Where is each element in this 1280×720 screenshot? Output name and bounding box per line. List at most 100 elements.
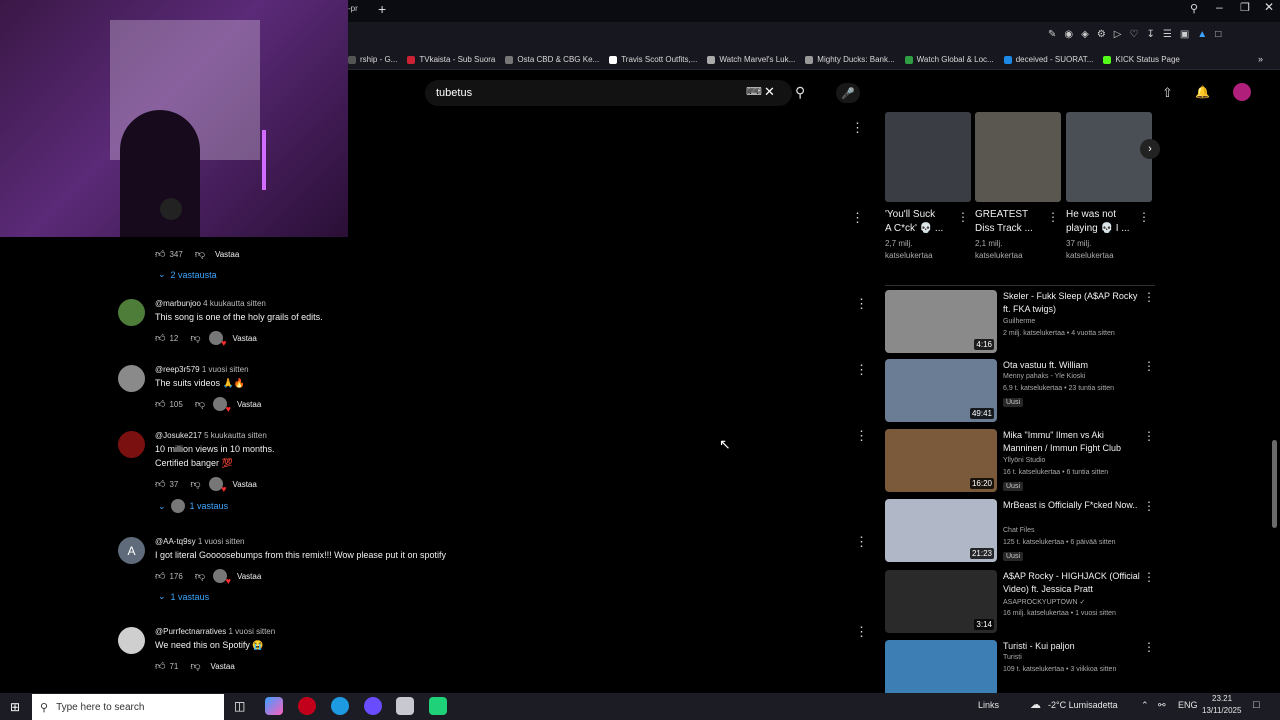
download-icon[interactable]: ↧ <box>1146 29 1154 40</box>
camera-icon[interactable]: ◉ <box>1064 29 1073 40</box>
comment-avatar[interactable] <box>118 299 145 326</box>
maximize-icon[interactable]: ❐ <box>1240 1 1250 14</box>
dislike-icon[interactable]: 👎︎ <box>190 332 200 344</box>
comment-time[interactable]: 1 vuosi sitten <box>198 537 245 546</box>
video-channel[interactable]: Chat Files <box>1003 527 1035 534</box>
like-icon[interactable]: 👍︎ <box>155 248 165 260</box>
app-icon[interactable] <box>265 697 283 715</box>
like-icon[interactable]: 👍︎ <box>155 398 165 410</box>
bookmark-item[interactable]: Mighty Ducks: Bank... <box>805 55 895 64</box>
comment-menu-icon[interactable]: ⋮ <box>855 534 868 550</box>
comment-menu-icon[interactable]: ⋮ <box>851 210 864 226</box>
shield-icon[interactable]: ◈ <box>1081 29 1089 40</box>
video-thumbnail[interactable]: 16:20 <box>885 429 997 492</box>
dislike-icon[interactable]: 👎︎ <box>190 660 200 672</box>
comment-avatar[interactable] <box>118 431 145 458</box>
bookmarks-overflow-icon[interactable]: » <box>1258 54 1263 64</box>
dislike-icon[interactable]: 👎︎ <box>195 248 205 260</box>
video-title[interactable]: Mika "Immu" Ilmen vs Aki Manninen / Immu… <box>1003 429 1143 455</box>
comment-author[interactable]: @reep3r579 <box>155 365 200 374</box>
shelf-menu-icon[interactable]: ⋮ <box>1047 210 1059 224</box>
vpn-icon[interactable]: ▲ <box>1197 29 1207 40</box>
like-icon[interactable]: 👍︎ <box>155 660 165 672</box>
shelf-title[interactable]: Diss Track ... <box>975 222 1061 236</box>
video-thumbnail[interactable] <box>885 640 997 693</box>
view-replies-button[interactable]: ⌄ 1 vastaus <box>158 499 228 513</box>
tray-chevron-icon[interactable]: ⌃ <box>1141 700 1149 711</box>
reply-button[interactable]: Vastaa <box>233 334 257 343</box>
language-indicator[interactable]: ENG <box>1178 700 1198 710</box>
taskbar-search[interactable]: ⚲ Type here to search <box>32 694 224 720</box>
video-item[interactable]: 21:23 MrBeast is Officially F*cked Now.. C… <box>885 499 1155 563</box>
app-icon[interactable] <box>429 697 447 715</box>
links-toolbar[interactable]: Links <box>978 700 999 710</box>
comment-author[interactable]: @marbunjoo <box>155 299 201 308</box>
video-title[interactable]: Skeler - Fukk Sleep (A$AP Rocky ft. FKA … <box>1003 290 1143 316</box>
play-icon[interactable]: ▷ <box>1114 29 1122 40</box>
bookmark-item[interactable]: Watch Marvel's Luk... <box>707 55 795 64</box>
comment-author[interactable]: @Josuke217 <box>155 431 202 440</box>
reply-button[interactable]: Vastaa <box>233 480 257 489</box>
video-menu-icon[interactable]: ⋮ <box>1143 359 1155 373</box>
shelf-card[interactable]: 'You'll Suck A C*ck' 💀 ... 2,7 milj. katsel… <box>885 112 971 262</box>
comment-menu-icon[interactable]: ⋮ <box>855 428 868 444</box>
shelf-menu-icon[interactable]: ⋮ <box>957 210 969 224</box>
comment-time[interactable]: 5 kuukautta sitten <box>204 431 267 440</box>
comment-menu-icon[interactable]: ⋮ <box>851 120 864 136</box>
dislike-icon[interactable]: 👎︎ <box>195 398 205 410</box>
video-title[interactable]: Turisti - Kui paljon <box>1003 640 1143 653</box>
like-icon[interactable]: 👍︎ <box>155 332 165 344</box>
opera-icon[interactable] <box>298 697 316 715</box>
shelf-thumbnail[interactable] <box>1066 112 1152 202</box>
shelf-next-icon[interactable]: › <box>1140 139 1160 159</box>
reply-button[interactable]: Vastaa <box>237 572 261 581</box>
video-title[interactable]: MrBeast is Officially F*cked Now.. <box>1003 499 1143 512</box>
video-channel[interactable]: Menny pahaks - Yle Kioski <box>1003 373 1085 380</box>
lock-icon[interactable]: ▣ <box>1180 29 1189 40</box>
shelf-title[interactable]: playing 💀 I ... <box>1066 222 1152 236</box>
video-thumbnail[interactable]: 3:14 <box>885 570 997 633</box>
video-menu-icon[interactable]: ⋮ <box>1143 429 1155 443</box>
upload-icon[interactable]: ⇧ <box>1162 85 1173 101</box>
video-thumbnail[interactable]: 49:41 <box>885 359 997 422</box>
comment-author[interactable]: @AA-tq9sy <box>155 537 196 546</box>
start-icon[interactable]: ⊞ <box>10 700 20 714</box>
view-replies-button[interactable]: ⌄ 2 vastausta <box>158 269 217 280</box>
reply-button[interactable]: Vastaa <box>237 400 261 409</box>
view-replies-button[interactable]: ⌄ 1 vastaus <box>158 591 209 602</box>
discord-icon[interactable] <box>364 697 382 715</box>
bookmark-item[interactable]: KICK Status Page <box>1103 55 1180 64</box>
bookmark-item[interactable]: Travis Scott Outfits,... <box>609 55 697 64</box>
comment-time[interactable]: 1 vuosi sitten <box>202 365 249 374</box>
tab-title[interactable]: -pr <box>348 4 358 13</box>
close-window-icon[interactable]: ✕ <box>1264 0 1274 14</box>
comment-menu-icon[interactable]: ⋮ <box>855 362 868 378</box>
dislike-icon[interactable]: 👎︎ <box>195 570 205 582</box>
shelf-title[interactable]: A C*ck' 💀 ... <box>885 222 971 236</box>
video-channel[interactable]: ASAPROCKYUPTOWN ✓ <box>1003 598 1085 606</box>
notifications-icon[interactable]: 🔔 <box>1195 85 1210 99</box>
comment-avatar[interactable] <box>118 365 145 392</box>
video-title[interactable]: Ota vastuu ft. William <box>1003 359 1143 372</box>
tray-network-icon[interactable]: ⚯ <box>1158 700 1166 711</box>
shelf-card[interactable]: GREATEST Diss Track ... 2,1 milj. katseluke… <box>975 112 1061 262</box>
clear-search-icon[interactable]: ✕ <box>764 84 775 100</box>
video-channel[interactable]: Yllyöni Studio <box>1003 457 1045 464</box>
video-title[interactable]: A$AP Rocky - HIGHJACK (Official Video) f… <box>1003 570 1143 596</box>
clock-date[interactable]: 13/11/2025 <box>1202 706 1241 715</box>
shelf-menu-icon[interactable]: ⋮ <box>1138 210 1150 224</box>
comment-time[interactable]: 4 kuukautta sitten <box>203 299 266 308</box>
edit-icon[interactable]: ✎ <box>1048 29 1056 40</box>
task-view-icon[interactable]: ◫ <box>234 699 245 713</box>
comment-avatar[interactable] <box>118 627 145 654</box>
search-icon[interactable]: ⚲ <box>795 84 805 101</box>
bookmark-item[interactable]: Osta CBD & CBG Ke... <box>505 55 599 64</box>
edge-icon[interactable] <box>331 697 349 715</box>
notification-center-icon[interactable]: □ <box>1253 699 1260 711</box>
comment-avatar[interactable]: A <box>118 537 145 564</box>
search-bar[interactable]: tubetus ⌨ ✕ <box>425 80 792 106</box>
search-input[interactable]: tubetus <box>436 87 472 99</box>
comment-time[interactable]: 1 vuosi sitten <box>229 627 276 636</box>
heart-icon[interactable]: ♡ <box>1130 29 1139 40</box>
search-tabs-icon[interactable]: ⚲ <box>1190 2 1198 15</box>
